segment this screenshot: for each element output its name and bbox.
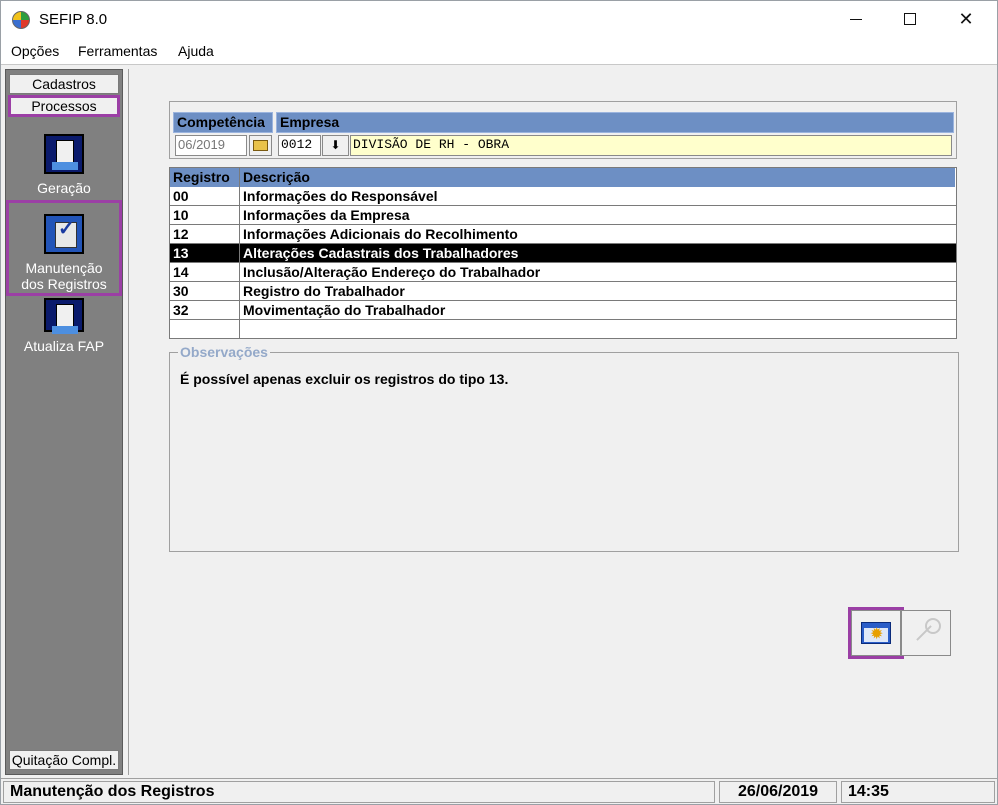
download-arrow-icon: ⬇ — [330, 138, 341, 152]
observacoes-text: É possível apenas excluir os registros d… — [180, 371, 509, 387]
nav-item-label: Geração — [37, 180, 91, 196]
column-header-registro[interactable]: Registro — [170, 168, 240, 187]
window-title: SEFIP 8.0 — [39, 11, 108, 28]
status-time: 14:35 — [841, 781, 995, 803]
execute-button[interactable] — [848, 607, 904, 659]
close-button[interactable]: ✕ — [943, 1, 989, 37]
row-desc: Informações da Empresa — [243, 207, 410, 223]
empresa-code-field[interactable]: 0012 — [278, 135, 321, 156]
column-header-descricao[interactable]: Descrição — [240, 168, 956, 187]
status-date: 26/06/2019 — [719, 781, 837, 803]
close-icon: ✕ — [958, 8, 974, 29]
title-bar: SEFIP 8.0 ✕ — [1, 1, 997, 39]
nav-item-manutencao[interactable]: Manutenção dos Registros — [6, 200, 122, 296]
table-row-empty[interactable] — [170, 320, 956, 339]
nav-tab-cadastros[interactable]: Cadastros — [9, 74, 119, 94]
row-desc: Informações do Responsável — [243, 188, 438, 204]
competencia-empresa-panel: Competência Empresa 06/2019 0012 ⬇ DIVIS… — [169, 101, 957, 159]
row-code: 32 — [173, 302, 189, 318]
nav-item-geracao[interactable]: Geração — [6, 134, 122, 196]
empresa-name-field: DIVISÃO DE RH - OBRA — [350, 135, 952, 156]
row-desc: Registro do Trabalhador — [243, 283, 405, 299]
table-row[interactable]: 30 Registro do Trabalhador — [170, 282, 956, 301]
table-row[interactable]: 32 Movimentação do Trabalhador — [170, 301, 956, 320]
app-window: SEFIP 8.0 ✕ Opções Ferramentas Ajuda Cad… — [0, 0, 998, 805]
row-desc: Informações Adicionais do Recolhimento — [243, 226, 518, 242]
menu-ajuda[interactable]: Ajuda — [178, 43, 214, 59]
status-label: Manutenção dos Registros — [3, 781, 715, 803]
row-code: 00 — [173, 188, 189, 204]
status-bar: Manutenção dos Registros 26/06/2019 14:3… — [1, 778, 997, 804]
menu-bar: Opções Ferramentas Ajuda — [1, 39, 997, 65]
row-desc: Alterações Cadastrais dos Trabalhadores — [243, 245, 519, 261]
row-code: 10 — [173, 207, 189, 223]
nav-item-label: Atualiza FAP — [23, 338, 105, 354]
nav-item-atualiza-fap[interactable]: Atualiza FAP — [6, 298, 122, 354]
gear-window-icon — [861, 622, 891, 644]
column-divider — [239, 168, 240, 338]
table-row[interactable]: 10 Informações da Empresa — [170, 206, 956, 225]
nav-tab-processos[interactable]: Processos — [8, 95, 120, 117]
minimize-icon — [850, 18, 862, 20]
row-code: 13 — [173, 245, 189, 261]
open-folder-button[interactable] — [249, 135, 272, 156]
disk-update-icon — [44, 298, 84, 334]
empresa-dropdown-button[interactable]: ⬇ — [322, 135, 349, 156]
key-icon — [911, 618, 941, 648]
nav-item-label: Manutenção dos Registros — [21, 260, 107, 292]
table-row[interactable]: 14 Inclusão/Alteração Endereço do Trabal… — [170, 263, 956, 282]
row-desc: Movimentação do Trabalhador — [243, 302, 446, 318]
table-row[interactable]: 12 Informações Adicionais do Recolhiment… — [170, 225, 956, 244]
minimize-button[interactable] — [833, 1, 879, 37]
row-desc: Inclusão/Alteração Endereço do Trabalhad… — [243, 264, 541, 280]
menu-ferramentas[interactable]: Ferramentas — [78, 43, 157, 59]
competencia-date-field[interactable]: 06/2019 — [175, 135, 247, 156]
table-row-selected[interactable]: 13 Alterações Cadastrais dos Trabalhador… — [170, 244, 956, 263]
folder-icon — [253, 140, 268, 151]
maintenance-check-icon — [44, 214, 84, 254]
nav-tab-quitacao[interactable]: Quitação Compl. — [9, 750, 119, 770]
menu-opcoes[interactable]: Opções — [11, 43, 59, 59]
registros-grid: Registro Descrição 00 Informações do Res… — [169, 167, 957, 339]
row-code: 14 — [173, 264, 189, 280]
maximize-button[interactable] — [887, 1, 933, 37]
table-row[interactable]: 00 Informações do Responsável — [170, 187, 956, 206]
main-content: Competência Empresa 06/2019 0012 ⬇ DIVIS… — [128, 69, 995, 775]
header-empresa: Empresa — [276, 112, 954, 133]
row-code: 30 — [173, 283, 189, 299]
key-button-disabled[interactable] — [901, 610, 951, 656]
left-nav-panel: Cadastros Processos Geração Manutenção d… — [5, 69, 123, 775]
disk-generation-icon — [44, 134, 84, 174]
observacoes-legend: Observações — [178, 344, 270, 360]
row-code: 12 — [173, 226, 189, 242]
header-competencia: Competência — [173, 112, 273, 133]
observacoes-panel: Observações É possível apenas excluir os… — [169, 344, 959, 552]
maximize-icon — [904, 13, 916, 25]
sefip-app-icon — [12, 11, 30, 29]
